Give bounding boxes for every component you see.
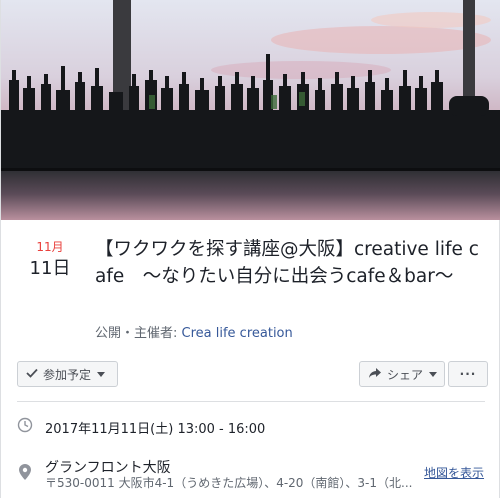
event-title: 【ワクワクを探す講座@大阪】creative life cafe ～なりたい自分…: [95, 239, 479, 287]
more-dots-icon: ···: [459, 367, 477, 381]
going-button[interactable]: 参加予定: [17, 361, 118, 387]
event-host-line: 公開・主催者: Crea life creation: [95, 322, 293, 341]
event-datetime: 2017年11月11日(土) 13:00 - 16:00: [45, 421, 266, 437]
share-button[interactable]: シェア: [359, 361, 445, 387]
cover-photo-image: [1, 0, 500, 220]
chevron-down-icon: [429, 371, 438, 377]
event-cover-photo[interactable]: [1, 0, 500, 220]
event-datetime-row: 2017年11月11日(土) 13:00 - 16:00: [17, 416, 487, 438]
chevron-down-icon: [97, 371, 106, 377]
location-pin-icon: [19, 464, 31, 484]
event-date: 11月 11日: [25, 240, 75, 282]
event-day: 11日: [29, 258, 71, 279]
going-label: 参加予定: [43, 367, 92, 382]
share-arrow-icon: [368, 367, 382, 382]
share-label: シェア: [387, 367, 424, 382]
check-icon: [26, 367, 38, 381]
event-month: 11月: [36, 240, 64, 254]
clock-icon: [17, 417, 33, 437]
section-divider: [17, 401, 485, 402]
event-card: 11月 11日 【ワクワクを探す講座@大阪】creative life cafe…: [0, 0, 500, 498]
more-options-button[interactable]: ···: [448, 361, 488, 387]
show-map-link[interactable]: 地図を表示: [424, 464, 484, 481]
host-prefix: 公開・主催者:: [95, 326, 182, 341]
host-name-link[interactable]: Crea life creation: [182, 326, 293, 341]
place-address: 〒530-0011 大阪市4-1（うめきた広場）、4-20（南館）、3-1（北.…: [45, 476, 413, 490]
